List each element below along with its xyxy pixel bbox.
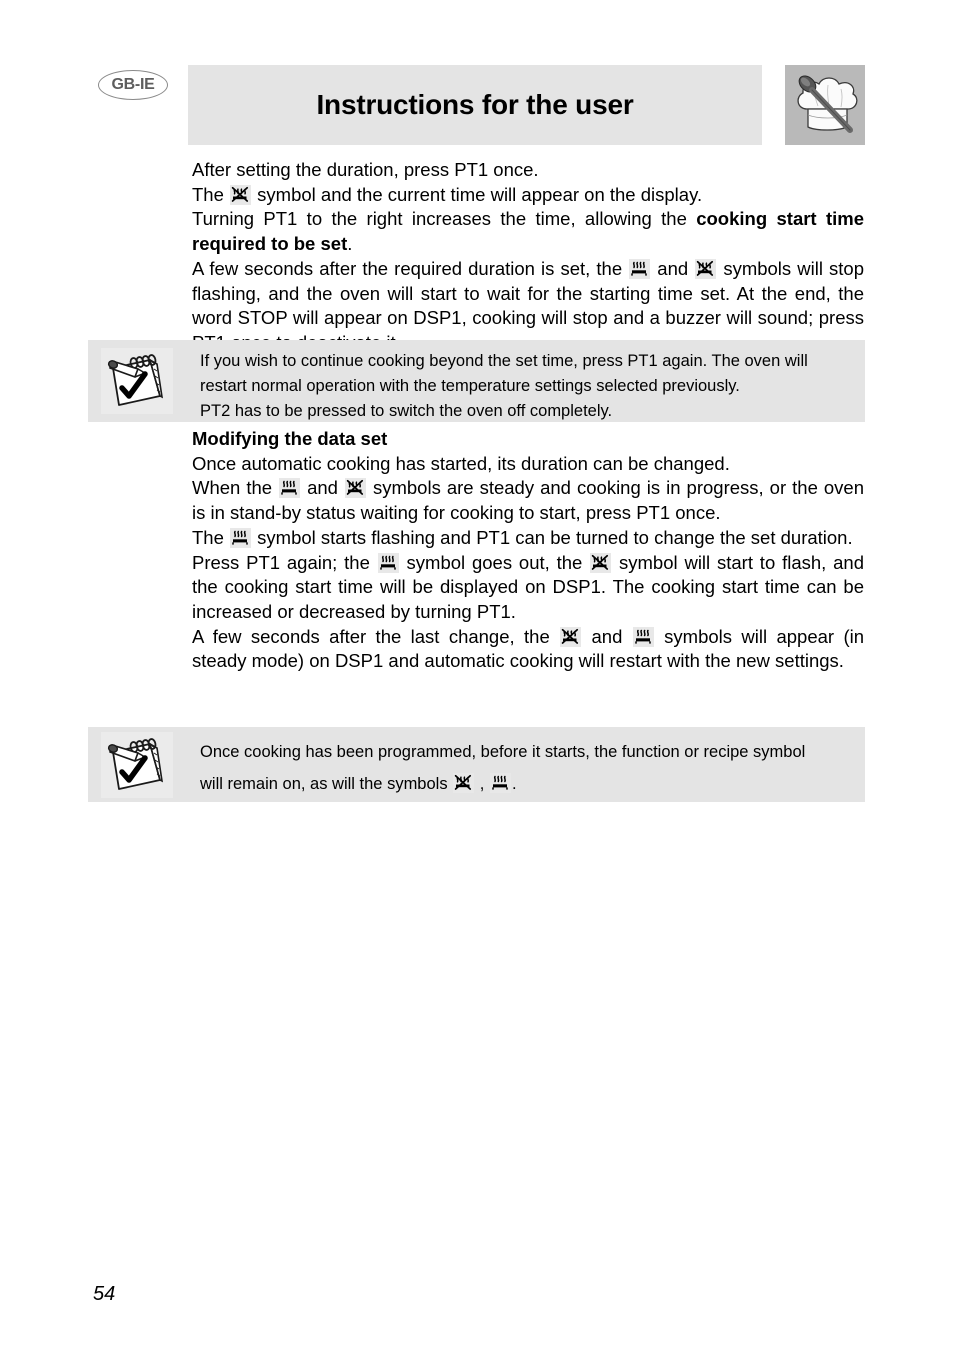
text-run: symbol starts flashing and PT1 can be tu…: [252, 526, 853, 548]
text-run: Once automatic cooking has started, its …: [192, 452, 730, 474]
paragraph-when-the-symbols: When the and symbols are steady and cook…: [192, 476, 864, 525]
cooking-end-time-icon: [230, 184, 252, 205]
text-run: The: [192, 526, 230, 548]
note-line: Once cooking has been programmed, before…: [200, 743, 806, 761]
note-box-continue-cooking: If you wish to continue cooking beyond t…: [88, 340, 865, 422]
text-run: A few seconds after the required duratio…: [192, 257, 629, 279]
note-line: PT2 has to be pressed to switch the oven…: [200, 402, 613, 420]
main-content: After setting the duration, press PT1 on…: [192, 158, 864, 356]
paragraph-after-setting: After setting the duration, press PT1 on…: [192, 158, 864, 183]
text-run: Turning PT1 to the right increases the t…: [192, 208, 697, 230]
cooking-duration-icon: [629, 258, 651, 279]
section-modifying-data-set: Modifying the data set Once automatic co…: [192, 427, 864, 674]
chef-hat-spoon-icon: [785, 65, 865, 145]
paragraph-symbol-display: The symbol and the current time will app…: [192, 183, 864, 208]
cooking-end-time-icon: [560, 626, 582, 647]
page-title: Instructions for the user: [316, 89, 634, 120]
notepad-pencil-check-icon: [101, 348, 173, 414]
paragraph-symbol-starts-flashing: The symbol starts flashing and PT1 can b…: [192, 526, 864, 551]
language-badge: GB-IE: [98, 70, 168, 100]
note-icon-cell: [88, 727, 186, 802]
text-run: will remain on, as will the symbols: [200, 775, 453, 793]
cooking-end-time-icon: [344, 478, 366, 499]
note-line: If you wish to continue cooking beyond t…: [200, 352, 808, 395]
section-heading: Modifying the data set: [192, 428, 388, 449]
paragraph-press-pt1-again: Press PT1 again; the symbol goes out, th…: [192, 551, 864, 625]
note-box-programmed-cooking: Once cooking has been programmed, before…: [88, 727, 865, 802]
cooking-end-time-icon: [590, 552, 612, 573]
text-run: When the: [192, 477, 279, 499]
text-run: symbol goes out, the: [399, 551, 590, 573]
note-icon-cell: [88, 340, 186, 422]
text-run: .: [347, 233, 353, 255]
text-run: The: [192, 183, 230, 205]
cooking-duration-icon: [489, 773, 511, 793]
text-run: and: [301, 477, 344, 499]
paragraph-turning-pt1: Turning PT1 to the right increases the t…: [192, 207, 864, 256]
text-run: ,: [475, 775, 489, 793]
text-run: After setting the duration, press PT1 on…: [192, 159, 539, 180]
cooking-duration-icon: [632, 626, 654, 647]
paragraph-few-seconds-last-change: A few seconds after the last change, the…: [192, 625, 864, 674]
page-title-bar: Instructions for the user: [188, 65, 762, 145]
cooking-duration-icon: [279, 478, 301, 499]
note-text: Once cooking has been programmed, before…: [186, 727, 865, 802]
text-run: and: [582, 625, 632, 647]
page-number: 54: [93, 1283, 116, 1305]
text-run: symbol and the current time will appear …: [252, 183, 703, 205]
text-run: Press PT1 again; the: [192, 551, 377, 573]
cooking-end-time-icon: [453, 773, 475, 793]
note-line-with-symbols: will remain on, as will the symbols , .: [200, 768, 853, 800]
cooking-duration-icon: [230, 527, 252, 548]
text-run: and: [651, 257, 695, 279]
cooking-duration-icon: [377, 552, 399, 573]
paragraph-once-automatic: Once automatic cooking has started, its …: [192, 452, 864, 477]
cooking-end-time-icon: [695, 258, 717, 279]
text-run: A few seconds after the last change, the: [192, 625, 560, 647]
note-text: If you wish to continue cooking beyond t…: [186, 340, 865, 422]
notepad-pencil-check-icon: [101, 731, 173, 798]
text-run: .: [511, 775, 517, 793]
